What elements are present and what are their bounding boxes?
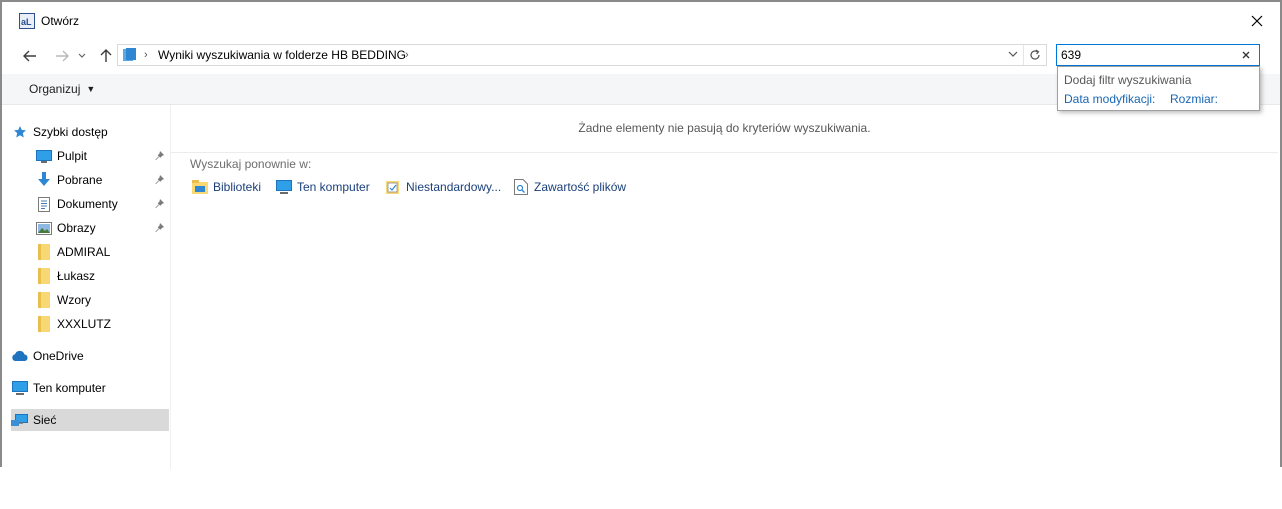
- svg-text:aL: aL: [21, 17, 32, 27]
- search-again-libraries[interactable]: Biblioteki: [191, 178, 261, 196]
- empty-results-row: Żadne elementy nie pasują do kryteriów w…: [171, 105, 1278, 153]
- sidebar-item-this-pc[interactable]: Ten komputer: [11, 377, 169, 399]
- search-again-label: Wyszukaj ponownie w:: [190, 157, 312, 171]
- documents-icon: [35, 196, 53, 212]
- address-dropdown-button[interactable]: [1008, 48, 1018, 63]
- computer-icon: [11, 380, 29, 396]
- pin-icon[interactable]: [155, 222, 165, 236]
- sidebar-item-documents[interactable]: Dokumenty: [35, 193, 169, 215]
- desktop-icon: [35, 148, 53, 164]
- sidebar-item-downloads[interactable]: Pobrane: [35, 169, 169, 191]
- filter-size[interactable]: Rozmiar:: [1170, 92, 1218, 106]
- network-icon: [11, 412, 29, 428]
- up-button[interactable]: [96, 46, 116, 66]
- filter-date-modified[interactable]: Data modyfikacji:: [1064, 92, 1155, 106]
- address-bar[interactable]: › Wyniki wyszukiwania w folderze HB BEDD…: [117, 44, 1047, 66]
- recent-locations-button[interactable]: [76, 46, 88, 66]
- clear-search-button[interactable]: [1239, 48, 1253, 62]
- forward-button[interactable]: [52, 46, 72, 66]
- pin-icon[interactable]: [155, 150, 165, 164]
- title-bar: aL Otwórz: [2, 2, 1280, 38]
- sidebar-item-onedrive[interactable]: OneDrive: [11, 345, 169, 367]
- refresh-button[interactable]: [1023, 45, 1046, 65]
- search-results-icon: [122, 48, 138, 65]
- chevron-down-icon: [78, 53, 86, 58]
- content-pane: Żadne elementy nie pasują do kryteriów w…: [171, 105, 1278, 469]
- no-results-message: Żadne elementy nie pasują do kryteriów w…: [578, 121, 871, 135]
- computer-icon: [275, 179, 293, 195]
- search-input[interactable]: [1061, 46, 1231, 64]
- search-again-this-pc[interactable]: Ten komputer: [275, 178, 370, 196]
- organize-label: Organizuj: [29, 82, 81, 96]
- navigation-pane: Szybki dostęp Pulpit Pobrane Dokumenty O…: [2, 105, 171, 469]
- breadcrumb-separator-icon: ›: [144, 49, 148, 61]
- forward-arrow-icon: [56, 50, 69, 62]
- file-contents-icon: [512, 179, 530, 195]
- search-again-custom[interactable]: Niestandardowy...: [384, 178, 501, 196]
- up-arrow-icon: [100, 49, 112, 62]
- window-title: Otwórz: [41, 14, 80, 28]
- organize-menu-button[interactable]: Organizuj ▼: [29, 82, 95, 96]
- folder-icon: [35, 244, 53, 260]
- sidebar-item-desktop[interactable]: Pulpit: [35, 145, 169, 167]
- popup-header: Dodaj filtr wyszukiwania: [1064, 73, 1192, 87]
- sidebar-item-wzory[interactable]: Wzory: [35, 289, 169, 311]
- close-icon: [1251, 15, 1263, 27]
- breadcrumb-chevron-icon[interactable]: ›: [405, 49, 409, 61]
- custom-folder-icon: [384, 179, 402, 195]
- app-icon: aL: [19, 13, 35, 29]
- pin-icon[interactable]: [155, 198, 165, 212]
- search-box[interactable]: [1056, 44, 1260, 66]
- sidebar-item-quick-access[interactable]: Szybki dostęp: [11, 121, 169, 143]
- sidebar-item-xxxlutz[interactable]: XXXLUTZ: [35, 313, 169, 335]
- back-arrow-icon: [23, 50, 36, 62]
- folder-icon: [35, 316, 53, 332]
- cloud-icon: [11, 348, 29, 364]
- download-icon: [35, 172, 53, 188]
- open-file-dialog: aL Otwórz › Wyniki wyszukiwania w folder…: [0, 0, 1282, 469]
- sidebar-item-pictures[interactable]: Obrazy: [35, 217, 169, 239]
- star-icon: [11, 124, 29, 140]
- folder-icon: [35, 268, 53, 284]
- libraries-icon: [191, 179, 209, 195]
- caret-down-icon: ▼: [86, 84, 96, 94]
- folder-icon: [35, 292, 53, 308]
- chevron-down-icon: [1008, 51, 1018, 57]
- pictures-icon: [35, 220, 53, 236]
- sidebar-item-network[interactable]: Sieć: [11, 409, 169, 431]
- search-again-file-contents[interactable]: Zawartość plików: [512, 178, 626, 196]
- pin-icon[interactable]: [155, 174, 165, 188]
- back-button[interactable]: [20, 46, 40, 66]
- sidebar-item-lukasz[interactable]: Łukasz: [35, 265, 169, 287]
- close-icon: [1242, 51, 1250, 59]
- close-button[interactable]: [1244, 9, 1270, 33]
- sidebar-item-admiral[interactable]: ADMIRAL: [35, 241, 169, 263]
- breadcrumb[interactable]: Wyniki wyszukiwania w folderze HB BEDDIN…: [158, 48, 406, 62]
- refresh-icon: [1030, 49, 1040, 60]
- search-filter-popup: Dodaj filtr wyszukiwania Data modyfikacj…: [1057, 66, 1260, 111]
